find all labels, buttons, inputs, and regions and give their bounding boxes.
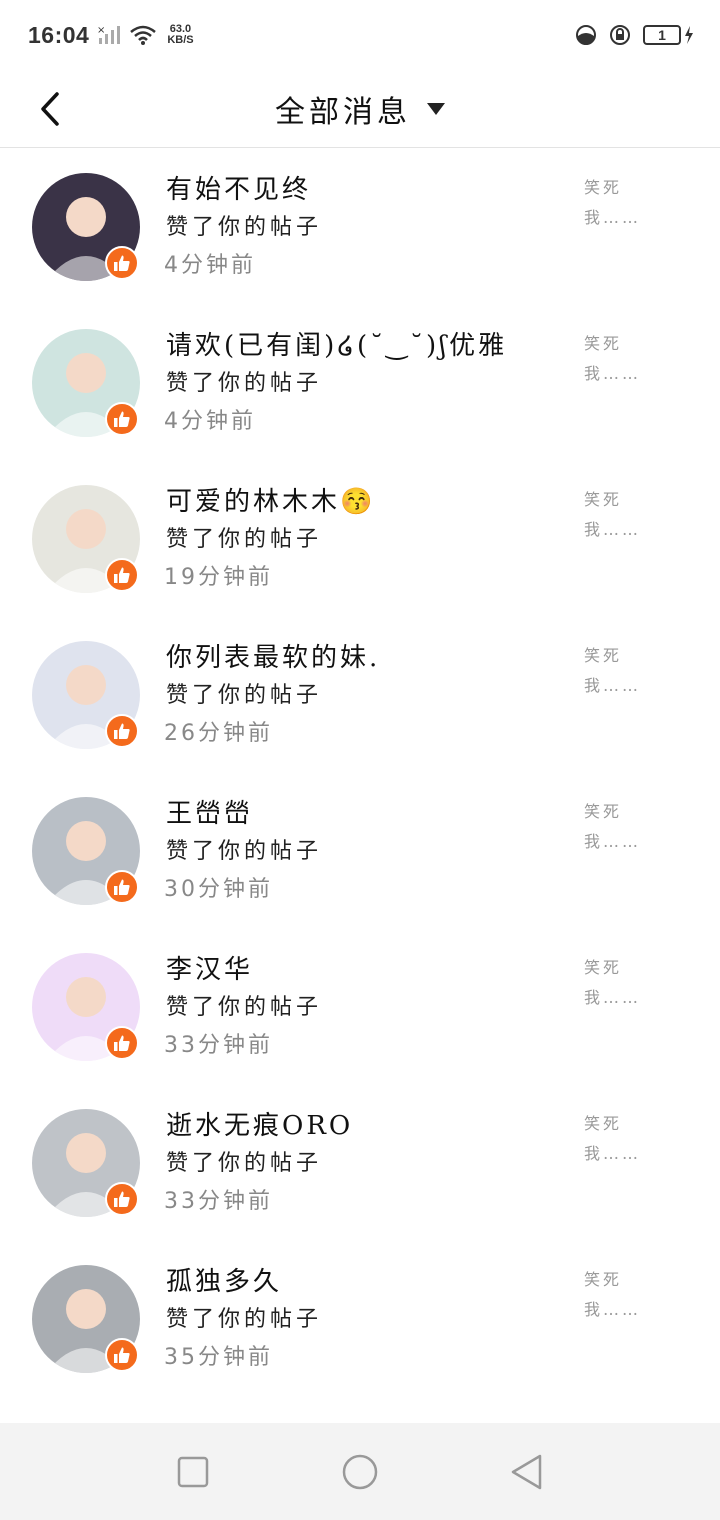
thumbs-up-icon: [114, 1191, 130, 1207]
sender-name: 逝水无痕ORO: [166, 1111, 354, 1141]
post-preview[interactable]: 笑死 我……: [584, 1109, 664, 1169]
message-time: 33分钟前: [164, 1033, 273, 1058]
message-action: 赞了你的帖子: [166, 527, 323, 552]
sender-name: 可爱的林木木😚: [166, 487, 376, 517]
message-action: 赞了你的帖子: [166, 215, 323, 240]
status-bar: 16:04 × 63.0 KB/S 1: [0, 0, 720, 70]
message-item[interactable]: 逝水无痕ORO 赞了你的帖子 33分钟前 笑死 我……: [0, 1085, 720, 1241]
message-item[interactable]: 孤独多久 赞了你的帖子 35分钟前 笑死 我……: [0, 1241, 720, 1397]
battery-indicator: 1: [643, 25, 694, 45]
charging-icon: [685, 26, 693, 44]
like-badge: [105, 1026, 139, 1060]
thumbs-up-icon: [114, 411, 130, 427]
message-time: 4分钟前: [164, 253, 256, 278]
thumbs-up-icon: [114, 567, 130, 583]
message-action: 赞了你的帖子: [166, 839, 323, 864]
sender-name: 李汉华: [166, 955, 254, 985]
caret-down-icon: [427, 102, 445, 115]
post-preview[interactable]: 笑死 我……: [584, 797, 664, 857]
thumbs-up-icon: [114, 879, 130, 895]
post-preview[interactable]: 笑死 我……: [584, 641, 664, 701]
status-time: 16:04: [28, 21, 90, 48]
thumbs-up-icon: [114, 1035, 130, 1051]
sender-name: 有始不见终: [166, 175, 312, 205]
thumbs-up-icon: [114, 255, 130, 271]
message-action: 赞了你的帖子: [166, 995, 323, 1020]
recent-apps-button[interactable]: [163, 1442, 223, 1502]
sender-name: 你列表最软的妹.: [166, 643, 381, 673]
post-preview[interactable]: 笑死 我……: [584, 1265, 664, 1325]
post-preview[interactable]: 笑死 我……: [584, 329, 664, 389]
thumbs-up-icon: [114, 1347, 130, 1363]
message-time: 33分钟前: [164, 1189, 273, 1214]
message-action: 赞了你的帖子: [166, 1151, 323, 1176]
message-item[interactable]: 可爱的林木木😚 赞了你的帖子 19分钟前 笑死 我……: [0, 461, 720, 617]
post-preview[interactable]: 笑死 我……: [584, 173, 664, 233]
wifi-icon: [130, 25, 157, 45]
battery-icon: 1: [643, 25, 681, 45]
system-back-button[interactable]: [497, 1442, 557, 1502]
post-preview[interactable]: 笑死 我……: [584, 485, 664, 545]
message-action: 赞了你的帖子: [166, 683, 323, 708]
message-item[interactable]: 请欢(已有闺)໒(˘‿˘)ʃ优雅 赞了你的帖子 4分钟前 笑死 我……: [0, 305, 720, 461]
message-list: 有始不见终 赞了你的帖子 4分钟前 笑死 我…… 请欢(已有闺)໒(˘‿˘)ʃ优…: [0, 149, 720, 1423]
like-badge: [105, 402, 139, 436]
message-item[interactable]: 有始不见终 赞了你的帖子 4分钟前 笑死 我……: [0, 149, 720, 305]
chevron-left-icon: [41, 92, 59, 126]
rotation-lock-icon: [610, 25, 630, 45]
sender-name: 王嵤嵤: [166, 799, 254, 829]
data-saver-icon: [576, 25, 596, 45]
message-time: 19分钟前: [164, 565, 273, 590]
message-item[interactable]: 李汉华 赞了你的帖子 33分钟前 笑死 我……: [0, 929, 720, 1085]
like-badge: [105, 246, 139, 280]
sender-name: 孤独多久: [166, 1267, 283, 1297]
square-icon: [178, 1456, 209, 1487]
triangle-left-icon: [511, 1454, 541, 1489]
like-badge: [105, 714, 139, 748]
like-badge: [105, 1182, 139, 1216]
message-action: 赞了你的帖子: [166, 1307, 323, 1332]
header: 全部消息: [0, 70, 720, 148]
message-time: 30分钟前: [164, 877, 273, 902]
like-badge: [105, 870, 139, 904]
message-time: 26分钟前: [164, 721, 273, 746]
status-icons-right: 1: [575, 24, 694, 46]
message-filter-dropdown[interactable]: 全部消息: [275, 87, 445, 131]
back-button[interactable]: [30, 84, 70, 134]
message-item[interactable]: 你列表最软的妹. 赞了你的帖子 26分钟前 笑死 我……: [0, 617, 720, 773]
like-badge: [105, 558, 139, 592]
message-time: 35分钟前: [164, 1345, 273, 1370]
message-time: 4分钟前: [164, 409, 256, 434]
signal-icon: ×: [97, 25, 121, 44]
status-icons-left: × 63.0 KB/S: [97, 24, 193, 46]
message-item[interactable]: 王嵤嵤 赞了你的帖子 30分钟前 笑死 我……: [0, 773, 720, 929]
message-action: 赞了你的帖子: [166, 371, 323, 396]
svg-text:×: ×: [97, 25, 105, 36]
circle-icon: [342, 1454, 378, 1489]
system-nav-bar: [0, 1423, 720, 1520]
sender-name: 请欢(已有闺)໒(˘‿˘)ʃ优雅: [166, 331, 508, 361]
post-preview[interactable]: 笑死 我……: [584, 953, 664, 1013]
network-speed-unit: KB/S: [167, 34, 194, 46]
page-title: 全部消息: [275, 94, 411, 130]
home-button[interactable]: [330, 1442, 390, 1502]
like-badge: [105, 1338, 139, 1372]
network-speed: 63.0 KB/S: [167, 24, 193, 46]
thumbs-up-icon: [114, 723, 130, 739]
